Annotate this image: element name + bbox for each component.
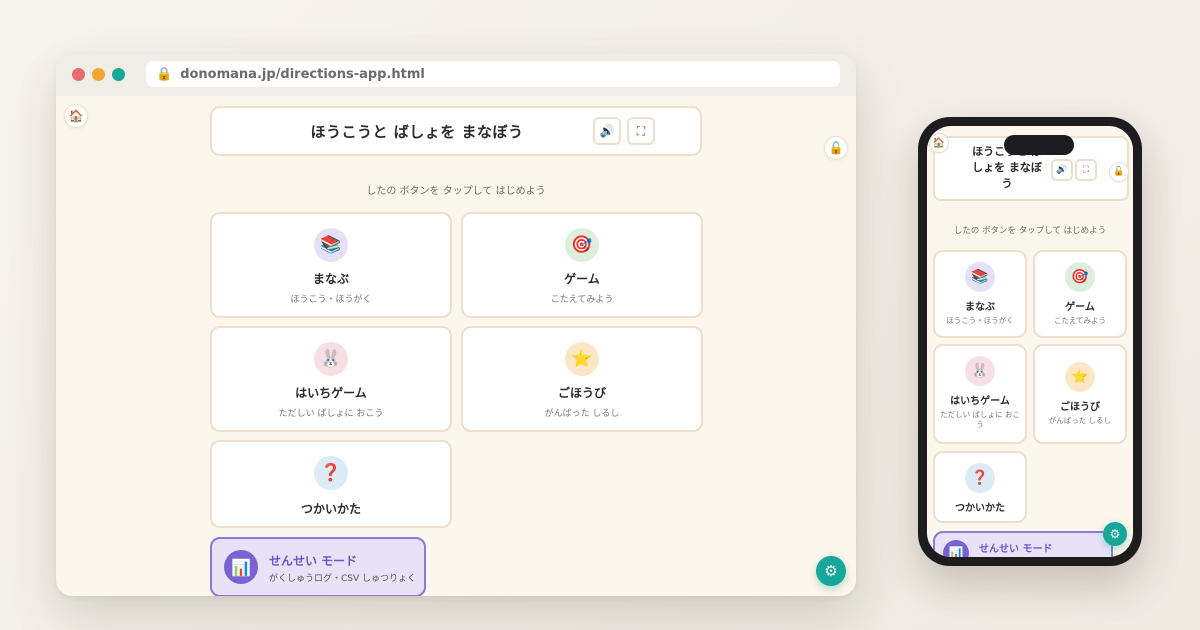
card-sublabel: ほうこう・ほうがく <box>290 295 372 305</box>
desktop-browser-mockup: 🔒 donomana.jp/directions-app.html 🏠 🔓 ほう… <box>56 54 856 596</box>
phone-notch <box>1004 135 1074 155</box>
address-bar[interactable]: 🔒 donomana.jp/directions-app.html <box>146 61 840 87</box>
fullscreen-button[interactable]: ⛶ <box>627 117 655 145</box>
url-text: donomana.jp/directions-app.html <box>180 66 425 82</box>
fullscreen-icon: ⛶ <box>1082 165 1090 175</box>
sound-button[interactable]: 🔊 <box>1051 159 1073 181</box>
card-sublabel: こたえてみよう <box>550 295 614 305</box>
title-line: う <box>1001 177 1013 190</box>
rabbit-icon: 🐰 <box>965 356 995 386</box>
speaker-icon: 🔊 <box>1056 165 1068 175</box>
teacher-mode-sublabel: がくしゅうログ・CSV しゅつりょく <box>269 574 417 584</box>
menu-card-rewards[interactable]: ⭐ ごほうび がんばった しるし <box>1033 344 1127 444</box>
title-panel: ほうこうと ばしょを まなぼう 🔊 ⛶ <box>210 106 702 156</box>
title-line: しょを まなぼ <box>972 161 1042 174</box>
books-icon: 📚 <box>314 228 348 262</box>
teacher-mode-button[interactable]: 📊 せんせい モード がくしゅうログ・CSV しゅつりょく <box>210 537 426 596</box>
card-label: つかいかた <box>300 502 361 516</box>
page-title: ほうこうと ばしょを まなぼう <box>310 122 524 141</box>
window-maximize-dot[interactable] <box>112 68 125 81</box>
menu-card-placement-game[interactable]: 🐰 はいちゲーム ただしい ばしょに おこう <box>933 344 1027 444</box>
fullscreen-icon: ⛶ <box>636 123 646 138</box>
menu-card-game[interactable]: 🎯 ゲーム こたえてみよう <box>1033 250 1127 338</box>
phone-screen: ほうこうと ば しょを まなぼ う 🔊 ⛶ 🏠 🔓 したの ボタンを タップして… <box>927 126 1133 557</box>
home-button[interactable]: 🏠 <box>929 133 949 153</box>
chart-icon: 📊 <box>943 540 969 557</box>
teacher-mode-button[interactable]: 📊 せんせい モード <box>933 531 1113 557</box>
speaker-icon: 🔊 <box>599 124 615 138</box>
teacher-mode-label: せんせい モード <box>269 554 358 568</box>
gear-icon: ⚙ <box>824 562 838 580</box>
gear-icon: ⚙ <box>1109 527 1121 541</box>
star-icon: ⭐ <box>1065 362 1095 392</box>
window-close-dot[interactable] <box>72 68 85 81</box>
menu-card-placement-game[interactable]: 🐰 はいちゲーム ただしい ばしょに おこう <box>210 326 452 432</box>
question-icon: ❓ <box>314 456 348 490</box>
card-sublabel: ただしい ばしょに おこう <box>940 410 1020 429</box>
card-label: まなぶ <box>312 272 349 286</box>
lock-button[interactable]: 🔓 <box>824 136 848 160</box>
unlock-icon: 🔓 <box>828 141 844 155</box>
rabbit-icon: 🐰 <box>314 342 348 376</box>
star-icon: ⭐ <box>565 342 599 376</box>
sound-button[interactable]: 🔊 <box>593 117 621 145</box>
card-label: つかいかた <box>955 503 1005 514</box>
card-sublabel: ほうこう・ほうがく <box>946 316 1014 325</box>
chart-icon: 📊 <box>224 550 258 584</box>
card-sublabel: がんばった しるし <box>544 409 620 419</box>
browser-toolbar: 🔒 donomana.jp/directions-app.html <box>56 54 856 96</box>
menu-card-how-to-use[interactable]: ❓ つかいかた <box>210 440 452 528</box>
card-sublabel: がんばった しるし <box>1048 416 1112 425</box>
lock-button[interactable]: 🔓 <box>1109 162 1129 182</box>
books-icon: 📚 <box>965 262 995 292</box>
card-sublabel: こたえてみよう <box>1053 316 1107 325</box>
target-icon: 🎯 <box>1065 262 1095 292</box>
question-icon: ❓ <box>965 463 995 493</box>
teacher-mode-label: せんせい モード <box>979 544 1053 555</box>
menu-card-how-to-use[interactable]: ❓ つかいかた <box>933 451 1027 523</box>
card-label: まなぶ <box>965 302 995 313</box>
home-button[interactable]: 🏠 <box>64 104 88 128</box>
target-icon: 🎯 <box>565 228 599 262</box>
card-label: はいちゲーム <box>950 396 1010 407</box>
card-label: ごほうび <box>1060 402 1100 413</box>
instruction-text: したの ボタンを タップして はじめよう <box>366 186 546 197</box>
settings-button[interactable]: ⚙ <box>1103 522 1127 546</box>
menu-card-game[interactable]: 🎯 ゲーム こたえてみよう <box>461 212 703 318</box>
menu-card-learn[interactable]: 📚 まなぶ ほうこう・ほうがく <box>933 250 1027 338</box>
fullscreen-button[interactable]: ⛶ <box>1075 159 1097 181</box>
unlock-icon: 🔓 <box>1113 167 1125 177</box>
card-label: はいちゲーム <box>295 386 367 400</box>
card-sublabel: ただしい ばしょに おこう <box>278 409 384 419</box>
card-label: ゲーム <box>564 272 600 286</box>
menu-card-rewards[interactable]: ⭐ ごほうび がんばった しるし <box>461 326 703 432</box>
lock-icon: 🔒 <box>156 66 173 82</box>
card-label: ゲーム <box>1065 302 1095 313</box>
settings-button[interactable]: ⚙ <box>816 556 846 586</box>
home-icon: 🏠 <box>932 137 946 149</box>
instruction-text: したの ボタンを タップして はじめよう <box>953 226 1107 236</box>
phone-mockup: ほうこうと ば しょを まなぼ う 🔊 ⛶ 🏠 🔓 したの ボタンを タップして… <box>918 117 1142 566</box>
card-label: ごほうび <box>557 386 606 400</box>
home-icon: 🏠 <box>68 109 84 123</box>
app-viewport: 🏠 🔓 ほうこうと ばしょを まなぼう 🔊 ⛶ したの ボタンを タップして は… <box>56 96 856 596</box>
menu-card-learn[interactable]: 📚 まなぶ ほうこう・ほうがく <box>210 212 452 318</box>
window-minimize-dot[interactable] <box>92 68 105 81</box>
